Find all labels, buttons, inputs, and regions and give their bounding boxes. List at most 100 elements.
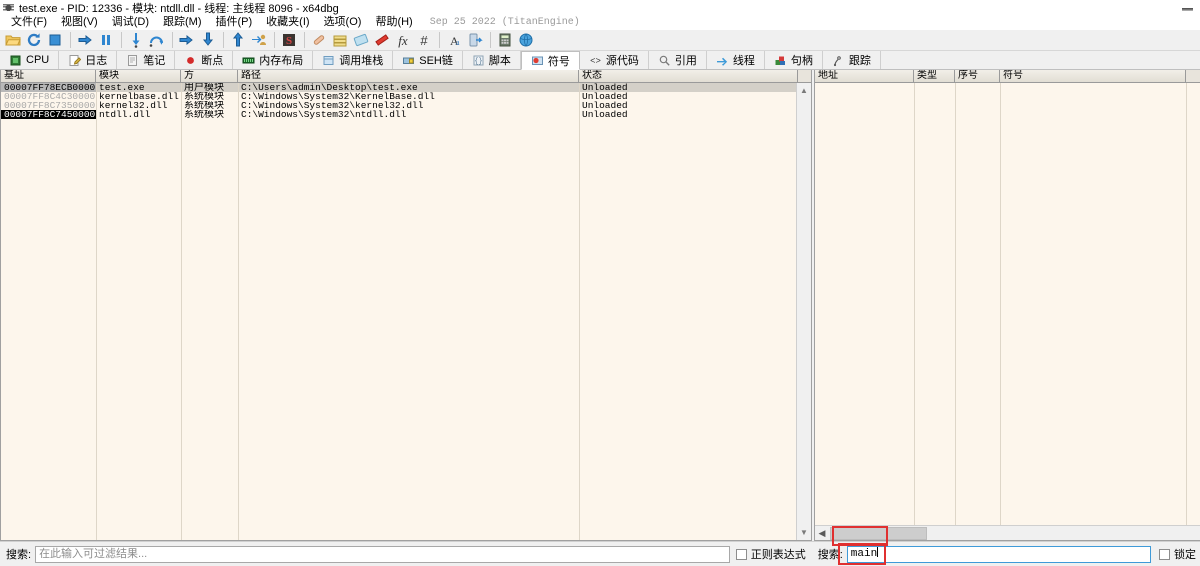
log-icon: [68, 54, 81, 67]
tab-label: 源代码: [606, 52, 639, 68]
search-input[interactable]: 在此输入可过滤结果...: [35, 546, 730, 563]
symbols-grid-body[interactable]: ◀: [815, 83, 1200, 540]
tab-call-stack[interactable]: 调用堆栈: [313, 51, 393, 69]
patches-icon[interactable]: [309, 31, 329, 50]
cell-base: 00007FF8C7450000: [1, 110, 96, 119]
font-icon[interactable]: Aa: [444, 31, 464, 50]
menu-view[interactable]: 视图(V): [54, 15, 105, 30]
run-icon[interactable]: [75, 31, 95, 50]
cell-base: 00007FF78ECB0000: [1, 83, 96, 92]
text-cursor: [877, 547, 878, 557]
tab-handles[interactable]: 句柄: [765, 51, 823, 69]
tab-label: 笔记: [143, 52, 165, 68]
col-header-ordinal[interactable]: 序号: [955, 70, 1000, 82]
notes-icon: [126, 54, 139, 67]
log-window-icon[interactable]: [351, 31, 371, 50]
tab-source[interactable]: <> 源代码: [580, 51, 649, 69]
script-icon: {}: [472, 54, 485, 67]
globe-icon[interactable]: [516, 31, 536, 50]
col-header-base[interactable]: 基址: [1, 70, 96, 82]
cpu-icon: [9, 54, 22, 67]
menu-plugins[interactable]: 插件(P): [209, 15, 260, 30]
menu-favourites[interactable]: 收藏夹(I): [259, 15, 316, 30]
scroll-left-icon[interactable]: ◀: [815, 526, 829, 540]
step-into-icon[interactable]: [126, 31, 146, 50]
col-header-type[interactable]: 类型: [914, 70, 955, 82]
tab-seh[interactable]: SEH链: [393, 51, 463, 69]
table-row[interactable]: 00007FF78ECB0000 test.exe 用户模块 C:\Users\…: [1, 83, 811, 92]
menu-debug[interactable]: 调试(D): [105, 15, 156, 30]
attach-icon[interactable]: [465, 31, 485, 50]
window-title: test.exe - PID: 12336 - 模块: ntdll.dll - …: [19, 0, 339, 16]
step-into-arrow-icon[interactable]: [177, 31, 197, 50]
symbol-search-input[interactable]: main: [847, 546, 1151, 563]
cell-party: 系统模块: [181, 110, 238, 119]
open-icon[interactable]: [3, 31, 23, 50]
lock-label: 锁定: [1174, 546, 1196, 562]
tab-notes[interactable]: 笔记: [117, 51, 175, 69]
symbols-icon: [531, 54, 544, 67]
menu-trace[interactable]: 跟踪(M): [156, 15, 209, 30]
lock-checkbox[interactable]: [1159, 549, 1170, 560]
cell-path: C:\Users\admin\Desktop\test.exe: [238, 83, 579, 92]
tab-trace[interactable]: 跟踪: [823, 51, 881, 69]
cell-path: C:\Windows\System32\KernelBase.dll: [238, 92, 579, 101]
tab-label: 句柄: [791, 52, 813, 68]
hex-dump-icon[interactable]: S: [279, 31, 299, 50]
minimize-button[interactable]: [1182, 5, 1194, 13]
tab-threads[interactable]: 线程: [707, 51, 765, 69]
scroll-up-icon[interactable]: ▲: [797, 83, 811, 98]
modules-vertical-scrollbar[interactable]: ▲ ▼: [796, 83, 811, 540]
step-down-icon[interactable]: [198, 31, 218, 50]
tab-script[interactable]: {} 脚本: [463, 51, 521, 69]
col-header-party[interactable]: 方: [181, 70, 238, 82]
table-row[interactable]: 00007FF8C7450000 ntdll.dll 系统模块 C:\Windo…: [1, 110, 811, 119]
tab-label: CPU: [26, 54, 49, 66]
function-icon[interactable]: fx: [393, 31, 413, 50]
execute-till-return-icon[interactable]: [228, 31, 248, 50]
tab-memory-map[interactable]: 内存布局: [233, 51, 313, 69]
source-icon: <>: [589, 54, 602, 67]
menu-help[interactable]: 帮助(H): [368, 15, 419, 30]
step-over-icon[interactable]: [147, 31, 167, 50]
menu-options[interactable]: 选项(O): [317, 15, 369, 30]
stop-icon[interactable]: [45, 31, 65, 50]
cell-module: kernel32.dll: [96, 101, 181, 110]
tab-log[interactable]: 日志: [59, 51, 117, 69]
hash-icon[interactable]: #: [414, 31, 434, 50]
modules-panel: 基址 模块 方 路径 状态 00007FF78ECB0000 test.exe …: [0, 70, 812, 541]
scroll-thumb[interactable]: [830, 527, 927, 540]
regex-label: 正则表达式: [751, 546, 806, 562]
memory-map-icon[interactable]: [330, 31, 350, 50]
svg-text:{}: {}: [474, 58, 482, 66]
calculator-icon[interactable]: [495, 31, 515, 50]
tab-breakpoints[interactable]: 断点: [175, 51, 233, 69]
table-row[interactable]: 00007FF8C7350000 kernel32.dll 系统模块 C:\Wi…: [1, 101, 811, 110]
table-row[interactable]: 00007FF8C4C30000 kernelbase.dll 系统模块 C:\…: [1, 92, 811, 101]
tab-cpu[interactable]: CPU: [0, 51, 59, 69]
cell-path: C:\Windows\System32\kernel32.dll: [238, 101, 579, 110]
col-header-status[interactable]: 状态: [579, 70, 798, 82]
symbols-horizontal-scrollbar[interactable]: ◀: [815, 525, 1200, 540]
col-header-address[interactable]: 地址: [815, 70, 914, 82]
menu-file[interactable]: 文件(F): [4, 15, 54, 30]
bookmark-icon[interactable]: [372, 31, 392, 50]
col-header-symbol[interactable]: 符号: [1000, 70, 1186, 82]
tab-symbols[interactable]: 符号: [521, 51, 580, 70]
handles-icon: [774, 54, 787, 67]
run-to-user-code-icon[interactable]: [249, 31, 269, 50]
tab-label: 引用: [675, 52, 697, 68]
regex-checkbox[interactable]: [736, 549, 747, 560]
symbols-panel: 地址 类型 序号 符号 ◀: [814, 70, 1200, 541]
call-stack-icon: [322, 54, 335, 67]
col-header-module[interactable]: 模块: [96, 70, 181, 82]
tab-references[interactable]: 引用: [649, 51, 707, 69]
memory-map-icon: [242, 54, 255, 67]
modules-grid-body[interactable]: 00007FF78ECB0000 test.exe 用户模块 C:\Users\…: [1, 83, 811, 540]
build-info: Sep 25 2022 (TitanEngine): [430, 17, 580, 28]
scroll-down-icon[interactable]: ▼: [797, 525, 811, 540]
col-header-path[interactable]: 路径: [238, 70, 579, 82]
cell-party: 用户模块: [181, 83, 238, 92]
restart-icon[interactable]: [24, 31, 44, 50]
pause-icon[interactable]: [96, 31, 116, 50]
